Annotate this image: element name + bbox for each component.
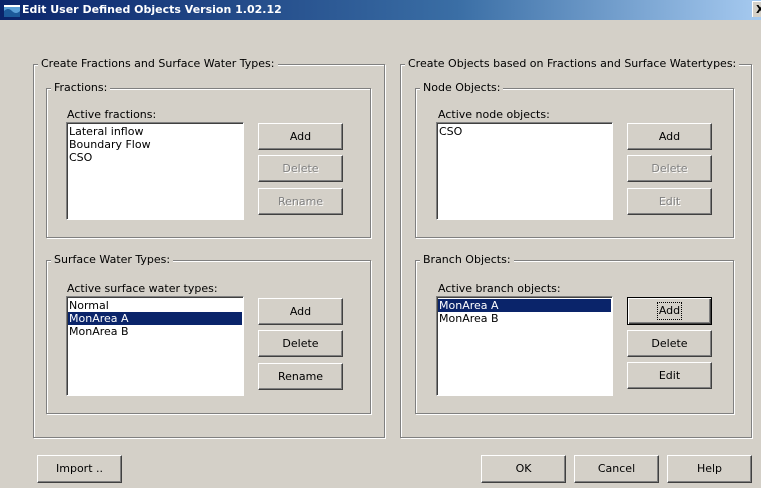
list-item[interactable]: CSO <box>68 151 242 164</box>
node-edit-button[interactable]: Edit <box>627 188 712 215</box>
branch-edit-button[interactable]: Edit <box>627 362 712 389</box>
node-delete-button[interactable]: Delete <box>627 155 712 182</box>
list-item-selected[interactable]: MonArea A <box>68 312 242 325</box>
fractions-title: Fractions: <box>51 81 111 95</box>
title-bar: Edit User Defined Objects Version 1.02.1… <box>0 0 761 20</box>
app-icon <box>4 3 20 17</box>
list-item[interactable]: MonArea B <box>68 325 242 338</box>
window-title: Edit User Defined Objects Version 1.02.1… <box>22 3 282 16</box>
surface-water-add-button[interactable]: Add <box>258 298 343 325</box>
surface-water-list-label: Active surface water types: <box>67 282 218 295</box>
fractions-rename-button[interactable]: Rename <box>258 188 343 215</box>
node-objects-listbox[interactable]: CSO <box>436 122 613 220</box>
surface-water-delete-button[interactable]: Delete <box>258 330 343 357</box>
branch-objects-list-label: Active branch objects: <box>438 282 561 295</box>
node-add-button[interactable]: Add <box>627 123 712 150</box>
fractions-list-label: Active fractions: <box>67 108 157 121</box>
ok-button[interactable]: OK <box>481 455 566 483</box>
branch-delete-button[interactable]: Delete <box>627 330 712 357</box>
left-panel-title: Create Fractions and Surface Water Types… <box>38 57 278 71</box>
import-button[interactable]: Import .. <box>37 455 122 483</box>
list-item[interactable]: CSO <box>438 125 611 138</box>
list-item-selected[interactable]: MonArea A <box>438 299 611 312</box>
list-item[interactable]: MonArea B <box>438 312 611 325</box>
right-panel-title: Create Objects based on Fractions and Su… <box>405 57 740 71</box>
close-button[interactable]: X <box>752 1 761 17</box>
list-item[interactable]: Normal <box>68 299 242 312</box>
cancel-button[interactable]: Cancel <box>574 455 659 483</box>
surface-water-listbox[interactable]: Normal MonArea A MonArea B <box>66 296 244 396</box>
list-item[interactable]: Lateral inflow <box>68 125 242 138</box>
branch-objects-listbox[interactable]: MonArea A MonArea B <box>436 296 613 396</box>
branch-add-button[interactable]: Add <box>627 297 712 325</box>
node-objects-title: Node Objects: <box>420 81 504 95</box>
fractions-delete-button[interactable]: Delete <box>258 155 343 182</box>
fractions-add-button[interactable]: Add <box>258 123 343 150</box>
branch-objects-title: Branch Objects: <box>420 253 514 267</box>
node-objects-list-label: Active node objects: <box>438 108 550 121</box>
surface-water-title: Surface Water Types: <box>51 253 174 267</box>
fractions-listbox[interactable]: Lateral inflow Boundary Flow CSO <box>66 122 244 220</box>
list-item[interactable]: Boundary Flow <box>68 138 242 151</box>
help-button[interactable]: Help <box>667 455 752 483</box>
surface-water-rename-button[interactable]: Rename <box>258 363 343 390</box>
